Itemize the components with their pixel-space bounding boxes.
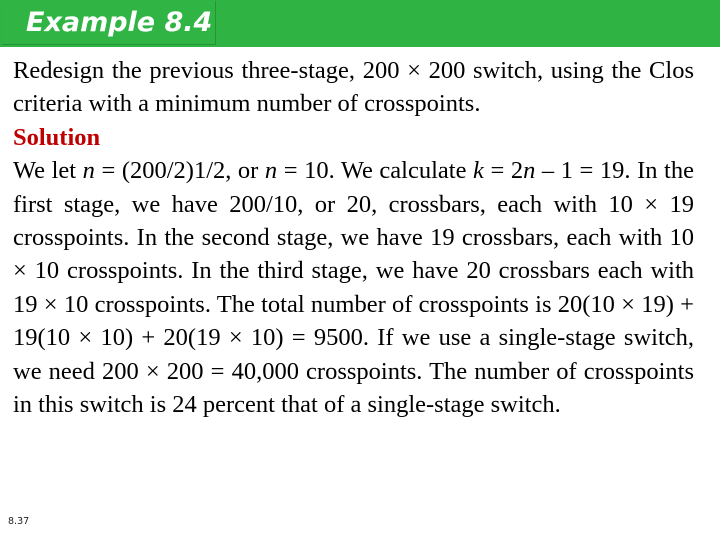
footer-page-number: 8.37 bbox=[8, 516, 30, 527]
solution-text-part-5: – 1 = 19. In the first stage, we have 20… bbox=[13, 157, 694, 419]
slide-header-banner: Example 8.4 bbox=[0, 0, 720, 47]
solution-text-part-3: = 10. We calculate bbox=[277, 157, 474, 185]
solution-paragraph: We let n = (200/2)1/2, or n = 10. We cal… bbox=[13, 154, 694, 421]
variable-n-2: n bbox=[264, 157, 278, 185]
variable-k: k bbox=[473, 157, 484, 185]
solution-text-part-4: = 2 bbox=[483, 157, 524, 185]
solution-heading: Solution bbox=[13, 123, 101, 151]
variable-n-1: n bbox=[82, 157, 95, 185]
solution-text-part-2: = (200/2)1/2, or bbox=[94, 157, 265, 185]
variable-n-3: n bbox=[523, 157, 536, 185]
problem-statement-line-1: Redesign the previous three-stage, 200 ×… bbox=[13, 57, 604, 84]
slide-title: Example 8.4 bbox=[26, 7, 213, 38]
slide-body: Redesign the previous three-stage, 200 ×… bbox=[13, 54, 694, 421]
problem-statement-paragraph: Redesign the previous three-stage, 200 ×… bbox=[13, 54, 694, 121]
solution-text-part-1: We let bbox=[13, 157, 83, 185]
